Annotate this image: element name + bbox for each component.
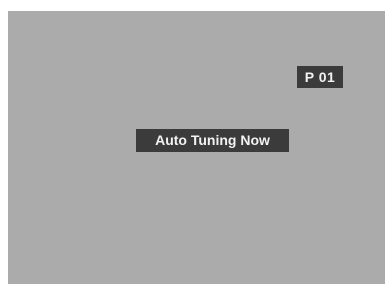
channel-number-badge: P 01 [297, 66, 343, 88]
tv-screen: P 01 Auto Tuning Now [8, 11, 385, 284]
auto-tuning-status-banner: Auto Tuning Now [136, 129, 289, 152]
